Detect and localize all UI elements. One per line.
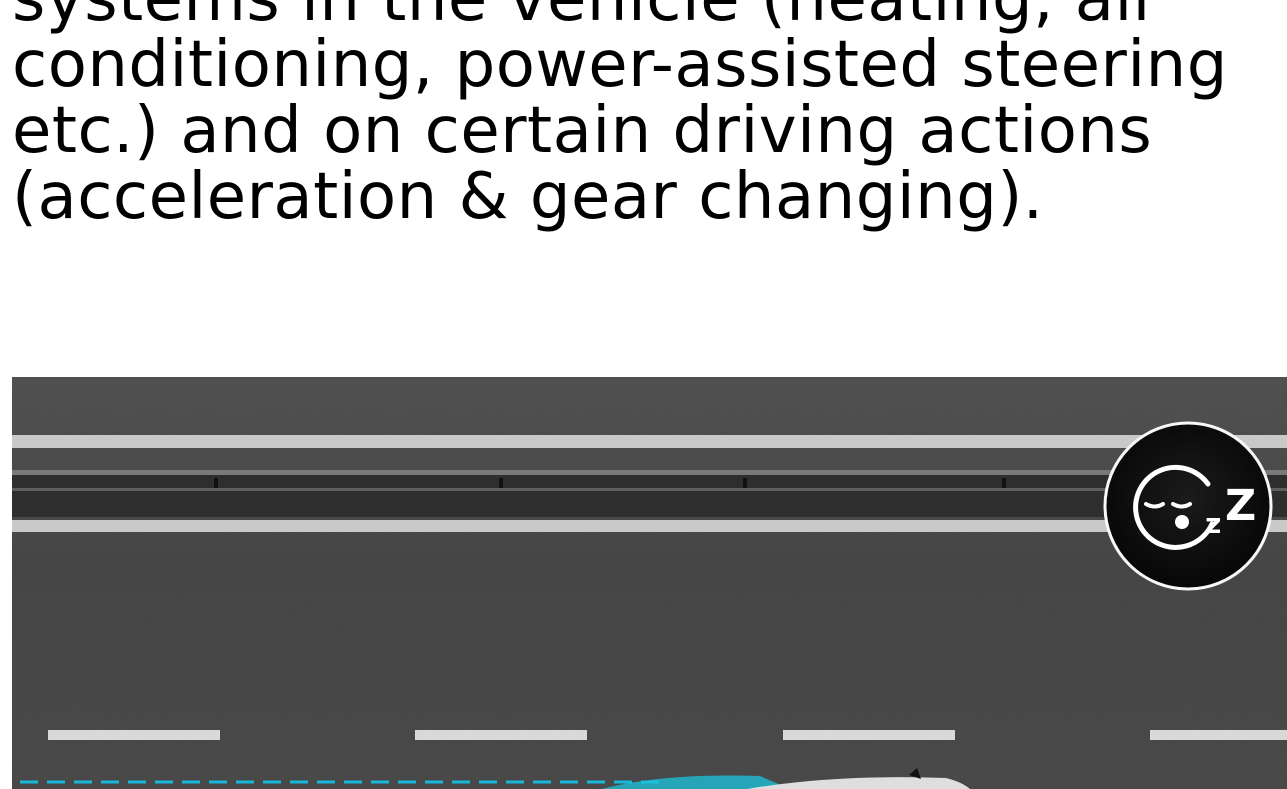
dashed-lane-marker [415,730,587,740]
page: systems in the vehicle (heating, air con… [0,0,1287,789]
guardrail-top-edge [12,470,1287,475]
dashed-lane-marker [783,730,955,740]
guardrail-post [743,478,747,488]
guardrail-highlight [12,488,1287,491]
article-line-4: (acceleration & gear changing). [12,160,1044,234]
article-text: systems in the vehicle (heating, air con… [12,0,1272,230]
dashed-lane-marker [48,730,220,740]
article-line-3: etc.) and on certain driving actions [12,94,1153,168]
guardrail-post [499,478,503,488]
road-scene: z Z [12,377,1287,789]
guardrail [12,475,1287,517]
article-line-2: conditioning, power-assisted steering [12,28,1228,102]
lower-lane-line [12,520,1287,532]
road-illustration: z Z [12,377,1287,789]
guardrail-post [1002,478,1006,488]
drowsy-driver-alert-icon: z Z [1103,421,1273,591]
svg-text:Z: Z [1225,481,1256,531]
guardrail-post [214,478,218,488]
dashed-lane-marker [1150,730,1287,740]
upper-lane-line [12,435,1287,448]
svg-text:z: z [1205,507,1221,540]
